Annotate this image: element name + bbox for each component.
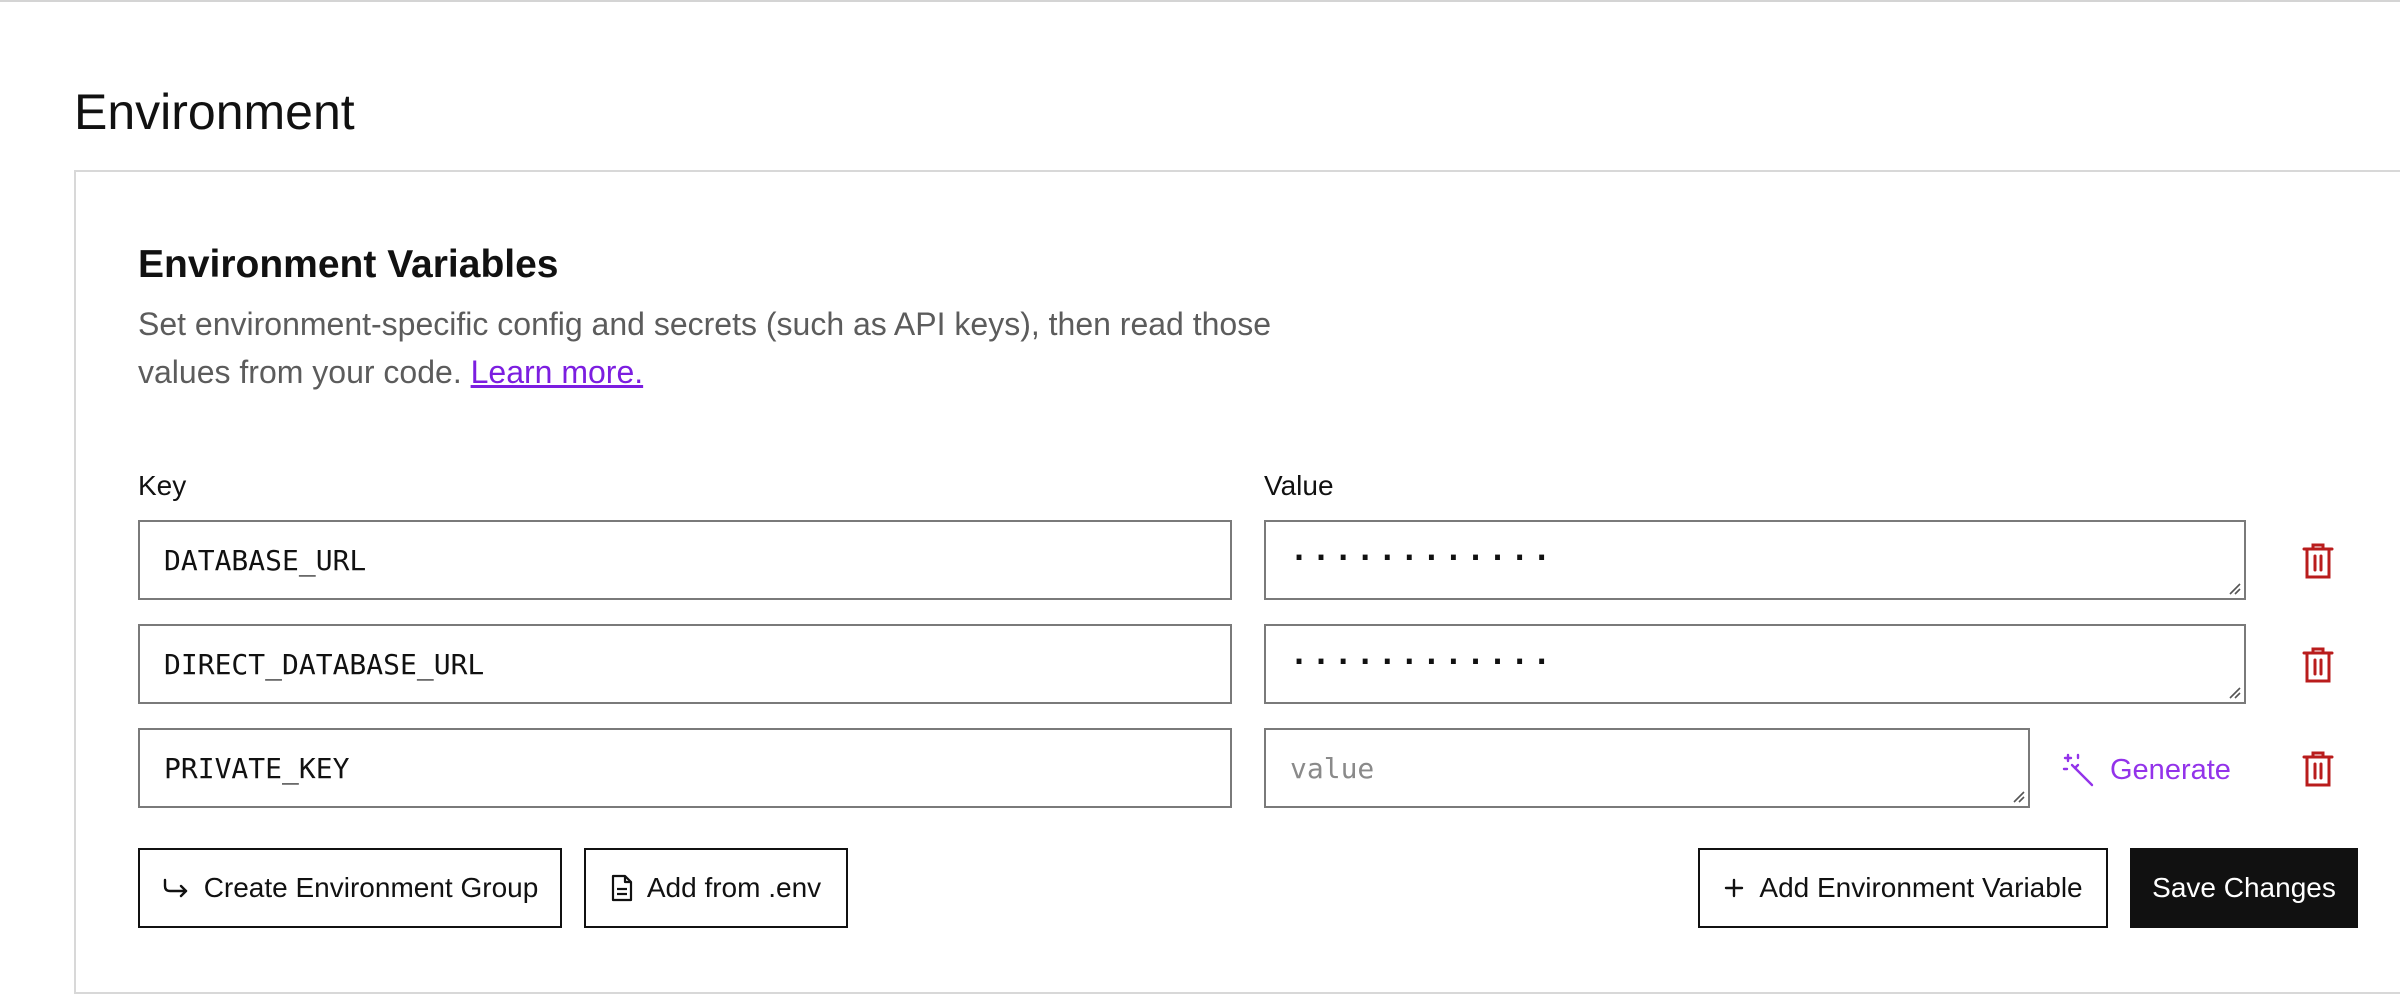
delete-row-button[interactable] (2300, 541, 2336, 581)
masked-value: ············ (1290, 644, 1555, 680)
section-title: Environment Variables (138, 243, 559, 286)
value-input[interactable]: value (1264, 728, 2030, 808)
key-input[interactable]: DIRECT_DATABASE_URL (138, 624, 1232, 704)
generate-button[interactable]: Generate (2062, 746, 2231, 794)
learn-more-link[interactable]: Learn more. (471, 354, 644, 390)
section-description: Set environment-specific config and secr… (138, 300, 1278, 396)
page-title: Environment (74, 84, 355, 140)
resize-handle-icon[interactable] (2011, 789, 2025, 803)
add-from-env-button[interactable]: Add from .env (584, 848, 848, 928)
key-column-label: Key (138, 470, 187, 501)
delete-row-button[interactable] (2300, 749, 2336, 789)
trash-icon (2302, 751, 2334, 787)
value-input[interactable]: ············ (1264, 520, 2246, 600)
save-label: Save Changes (2152, 872, 2336, 903)
trash-icon (2302, 543, 2334, 579)
masked-value: ············ (1290, 540, 1555, 576)
add-from-env-label: Add from .env (646, 872, 822, 903)
save-changes-button[interactable]: Save Changes (2130, 848, 2358, 928)
value-placeholder: value (1290, 751, 1375, 785)
key-input[interactable]: DATABASE_URL (138, 520, 1232, 600)
resize-handle-icon[interactable] (2227, 581, 2241, 595)
top-divider (0, 0, 2400, 2)
delete-row-button[interactable] (2300, 645, 2336, 685)
plus-icon (1725, 878, 1744, 898)
share-arrow-icon (163, 878, 187, 898)
add-variable-label: Add Environment Variable (1759, 872, 2083, 903)
resize-handle-icon[interactable] (2227, 685, 2241, 699)
add-environment-variable-button[interactable]: Add Environment Variable (1698, 848, 2108, 928)
generate-label: Generate (2110, 753, 2231, 786)
value-column-label: Value (1264, 470, 1334, 501)
file-icon (611, 874, 632, 902)
create-environment-group-button[interactable]: Create Environment Group (138, 848, 562, 928)
trash-icon (2302, 647, 2334, 683)
description-text: Set environment-specific config and secr… (138, 306, 1272, 390)
key-input[interactable]: PRIVATE_KEY (138, 728, 1232, 808)
value-input[interactable]: ············ (1264, 624, 2246, 704)
magic-wand-icon (2062, 753, 2094, 787)
create-group-label: Create Environment Group (203, 872, 539, 903)
